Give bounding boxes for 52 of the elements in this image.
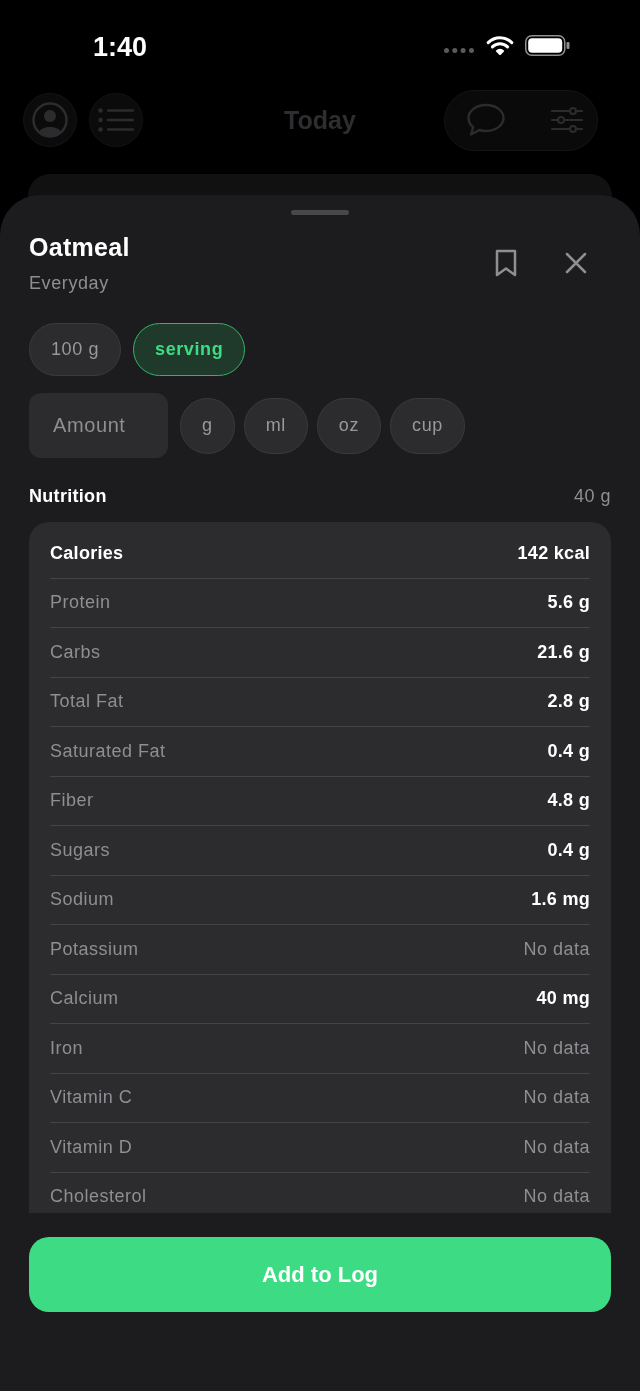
amount-field[interactable]: Amount [29,393,168,458]
food-name: Oatmeal [29,232,130,262]
nutrient-value: 0.4 g [547,740,590,762]
nutrient-value: 21.6 g [537,641,590,663]
status-time: 1:40 [93,33,148,61]
nutrient-value: 142 kcal [517,542,590,564]
nutrient-value: No data [523,1186,590,1208]
bookmark-icon [495,249,517,277]
nutrient-name: Protein [50,592,111,614]
nutrient-name: Total Fat [50,691,124,713]
sliders-icon [551,107,583,133]
chat-button[interactable] [467,103,505,137]
portion-chip[interactable]: serving [133,323,246,376]
nutrient-value: 40 mg [536,988,590,1010]
nutrient-name: Vitamin D [50,1136,133,1158]
nutrient-name: Sugars [50,839,111,861]
nutrient-name: Saturated Fat [50,740,166,762]
filter-button[interactable] [551,107,583,133]
nutrient-name: Potassium [50,938,139,960]
unit-chip[interactable]: g [180,397,235,454]
nutrient-value: No data [523,938,590,960]
nutrient-name: Calories [50,542,124,564]
drag-handle[interactable] [291,210,349,215]
nutrient-value: 5.6 g [547,592,590,614]
unit-chip[interactable]: ml [243,397,308,454]
signal-dots-icon [444,47,475,53]
battery-icon [525,34,570,56]
profile-icon [32,102,68,138]
nutrient-name: Fiber [50,790,94,812]
nutrient-name: Sodium [50,889,115,911]
nutrient-value: 1.6 mg [531,889,590,911]
chat-bubble-icon [467,103,505,137]
unit-chip[interactable]: oz [316,397,382,454]
wifi-icon [486,35,514,55]
nutrient-name: Cholesterol [50,1186,147,1208]
unit-chip[interactable]: cup [390,397,465,454]
serving-size-text: 40 g [573,485,611,508]
nutrient-name: Carbs [50,641,101,663]
close-icon [565,252,587,274]
nutrient-name: Iron [50,1037,84,1059]
nutrient-name: Vitamin C [50,1087,133,1109]
list-icon [98,108,134,132]
nutrient-value: 4.8 g [547,790,590,812]
section-title: Nutrition [29,485,107,508]
nutrient-value: No data [523,1087,590,1109]
nutrient-value: 2.8 g [547,691,590,713]
nutrient-value: No data [523,1136,590,1158]
nutrient-name: Calcium [50,988,119,1010]
portion-chip[interactable]: 100 g [29,323,122,376]
food-brand: Everyday [29,272,109,295]
nutrient-value: No data [523,1037,590,1059]
nutrient-value: 0.4 g [547,839,590,861]
